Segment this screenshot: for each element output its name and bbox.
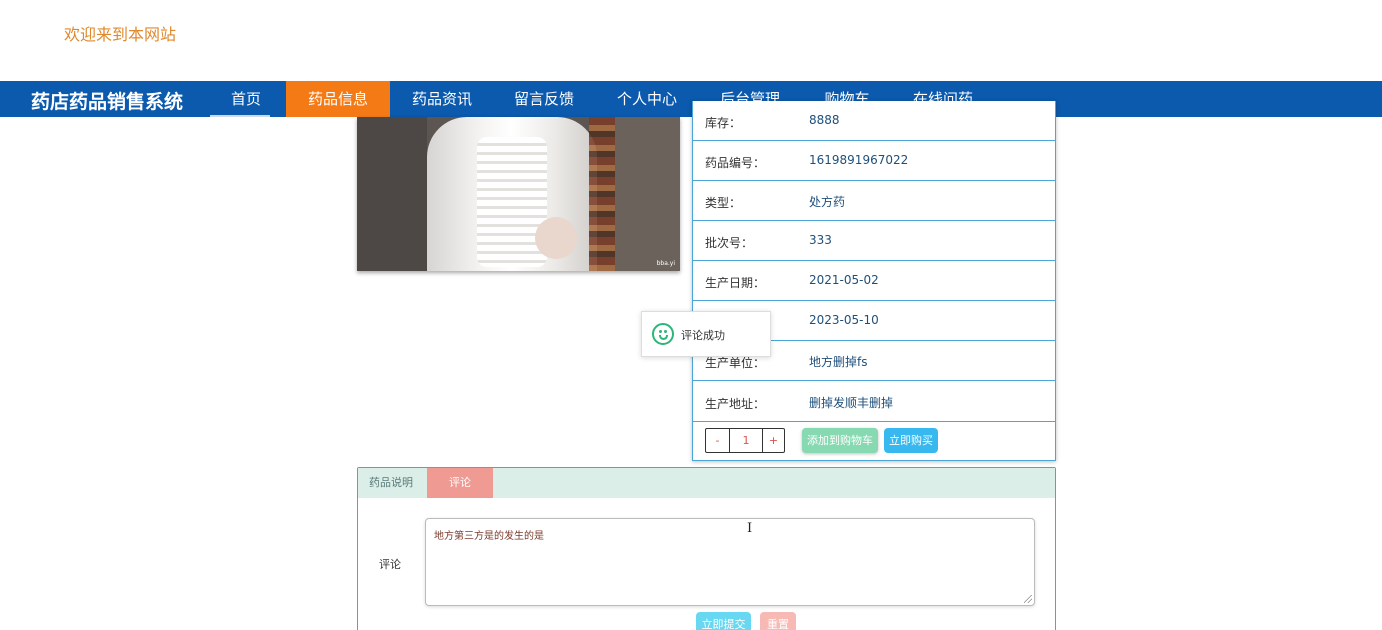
detail-label: 库存： xyxy=(705,116,742,130)
success-toast: 评论成功 xyxy=(641,311,771,357)
photo-garland xyxy=(589,117,615,271)
detail-label: 批次号： xyxy=(705,236,754,250)
detail-row: 库存： 8888 xyxy=(693,101,1055,141)
detail-label: 药品编号： xyxy=(705,156,766,170)
comment-textarea[interactable]: 地方第三方是的发生的是 xyxy=(425,518,1035,606)
photo-hand xyxy=(535,217,577,259)
toast-message: 评论成功 xyxy=(681,329,725,342)
reset-button[interactable]: 重置 xyxy=(760,612,796,630)
resize-handle[interactable] xyxy=(1024,595,1032,603)
tab-medicine-description[interactable]: 药品说明 xyxy=(358,468,424,498)
quantity-decrease-button[interactable]: - xyxy=(706,429,730,452)
submit-comment-button[interactable]: 立即提交 xyxy=(696,612,751,630)
nav-item-home[interactable]: 首页 xyxy=(210,81,282,117)
site-brand[interactable]: 药店药品销售系统 xyxy=(31,87,183,114)
tab-bar: 药品说明 评论 xyxy=(358,468,1055,498)
text-cursor-icon: I xyxy=(747,521,753,536)
detail-value: 2021-05-02 xyxy=(809,273,879,287)
detail-row: 药品编号： 1619891967022 xyxy=(693,141,1055,181)
top-navbar: 药店药品销售系统 首页 药品信息 药品资讯 留言反馈 个人中心 后台管理 购物车… xyxy=(0,81,1382,117)
detail-row: 生产日期： 2021-05-02 xyxy=(693,261,1055,301)
photo-background xyxy=(357,117,427,271)
smile-icon xyxy=(652,323,674,345)
buy-now-button[interactable]: 立即购买 xyxy=(884,428,938,453)
detail-value: 333 xyxy=(809,233,832,247)
product-details-table: 库存： 8888 药品编号： 1619891967022 类型： 处方药 批次号… xyxy=(692,101,1056,461)
nav-item-personal-center[interactable]: 个人中心 xyxy=(605,81,689,117)
detail-value: 删掉发顺丰删掉 xyxy=(809,396,894,410)
tabs-panel: 药品说明 评论 评论 地方第三方是的发生的是 立即提交 重置 xyxy=(357,467,1056,630)
comment-text: 地方第三方是的发生的是 xyxy=(434,531,544,542)
detail-label: 类型： xyxy=(705,196,742,210)
detail-label: 生产日期： xyxy=(705,276,766,290)
welcome-text: 欢迎来到本网站 xyxy=(64,25,177,44)
detail-value: 1619891967022 xyxy=(809,153,909,167)
detail-label: 生产地址： xyxy=(705,397,766,411)
tab-comments[interactable]: 评论 xyxy=(427,468,493,498)
detail-row: 批次号： 333 xyxy=(693,221,1055,261)
detail-value: 2023-05-10 xyxy=(809,313,879,327)
detail-row: 类型： 处方药 xyxy=(693,181,1055,221)
detail-value: 8888 xyxy=(809,113,840,127)
nav-item-medicine-info[interactable]: 药品信息 xyxy=(286,81,390,117)
photo-watermark: bba.yi xyxy=(656,260,675,267)
detail-value: 地方删掉fs xyxy=(809,355,868,369)
detail-row: 生产地址： 删掉发顺丰删掉 xyxy=(693,382,1055,422)
product-image: bba.yi xyxy=(357,117,680,271)
nav-item-medicine-news[interactable]: 药品资讯 xyxy=(400,81,484,117)
nav-item-feedback[interactable]: 留言反馈 xyxy=(502,81,586,117)
detail-value: 处方药 xyxy=(809,195,846,209)
quantity-input[interactable]: 1 xyxy=(730,429,762,452)
comment-label: 评论 xyxy=(379,558,401,571)
add-to-cart-button[interactable]: 添加到购物车 xyxy=(802,428,878,453)
quantity-increase-button[interactable]: + xyxy=(762,429,784,452)
quantity-stepper: - 1 + xyxy=(705,428,785,453)
